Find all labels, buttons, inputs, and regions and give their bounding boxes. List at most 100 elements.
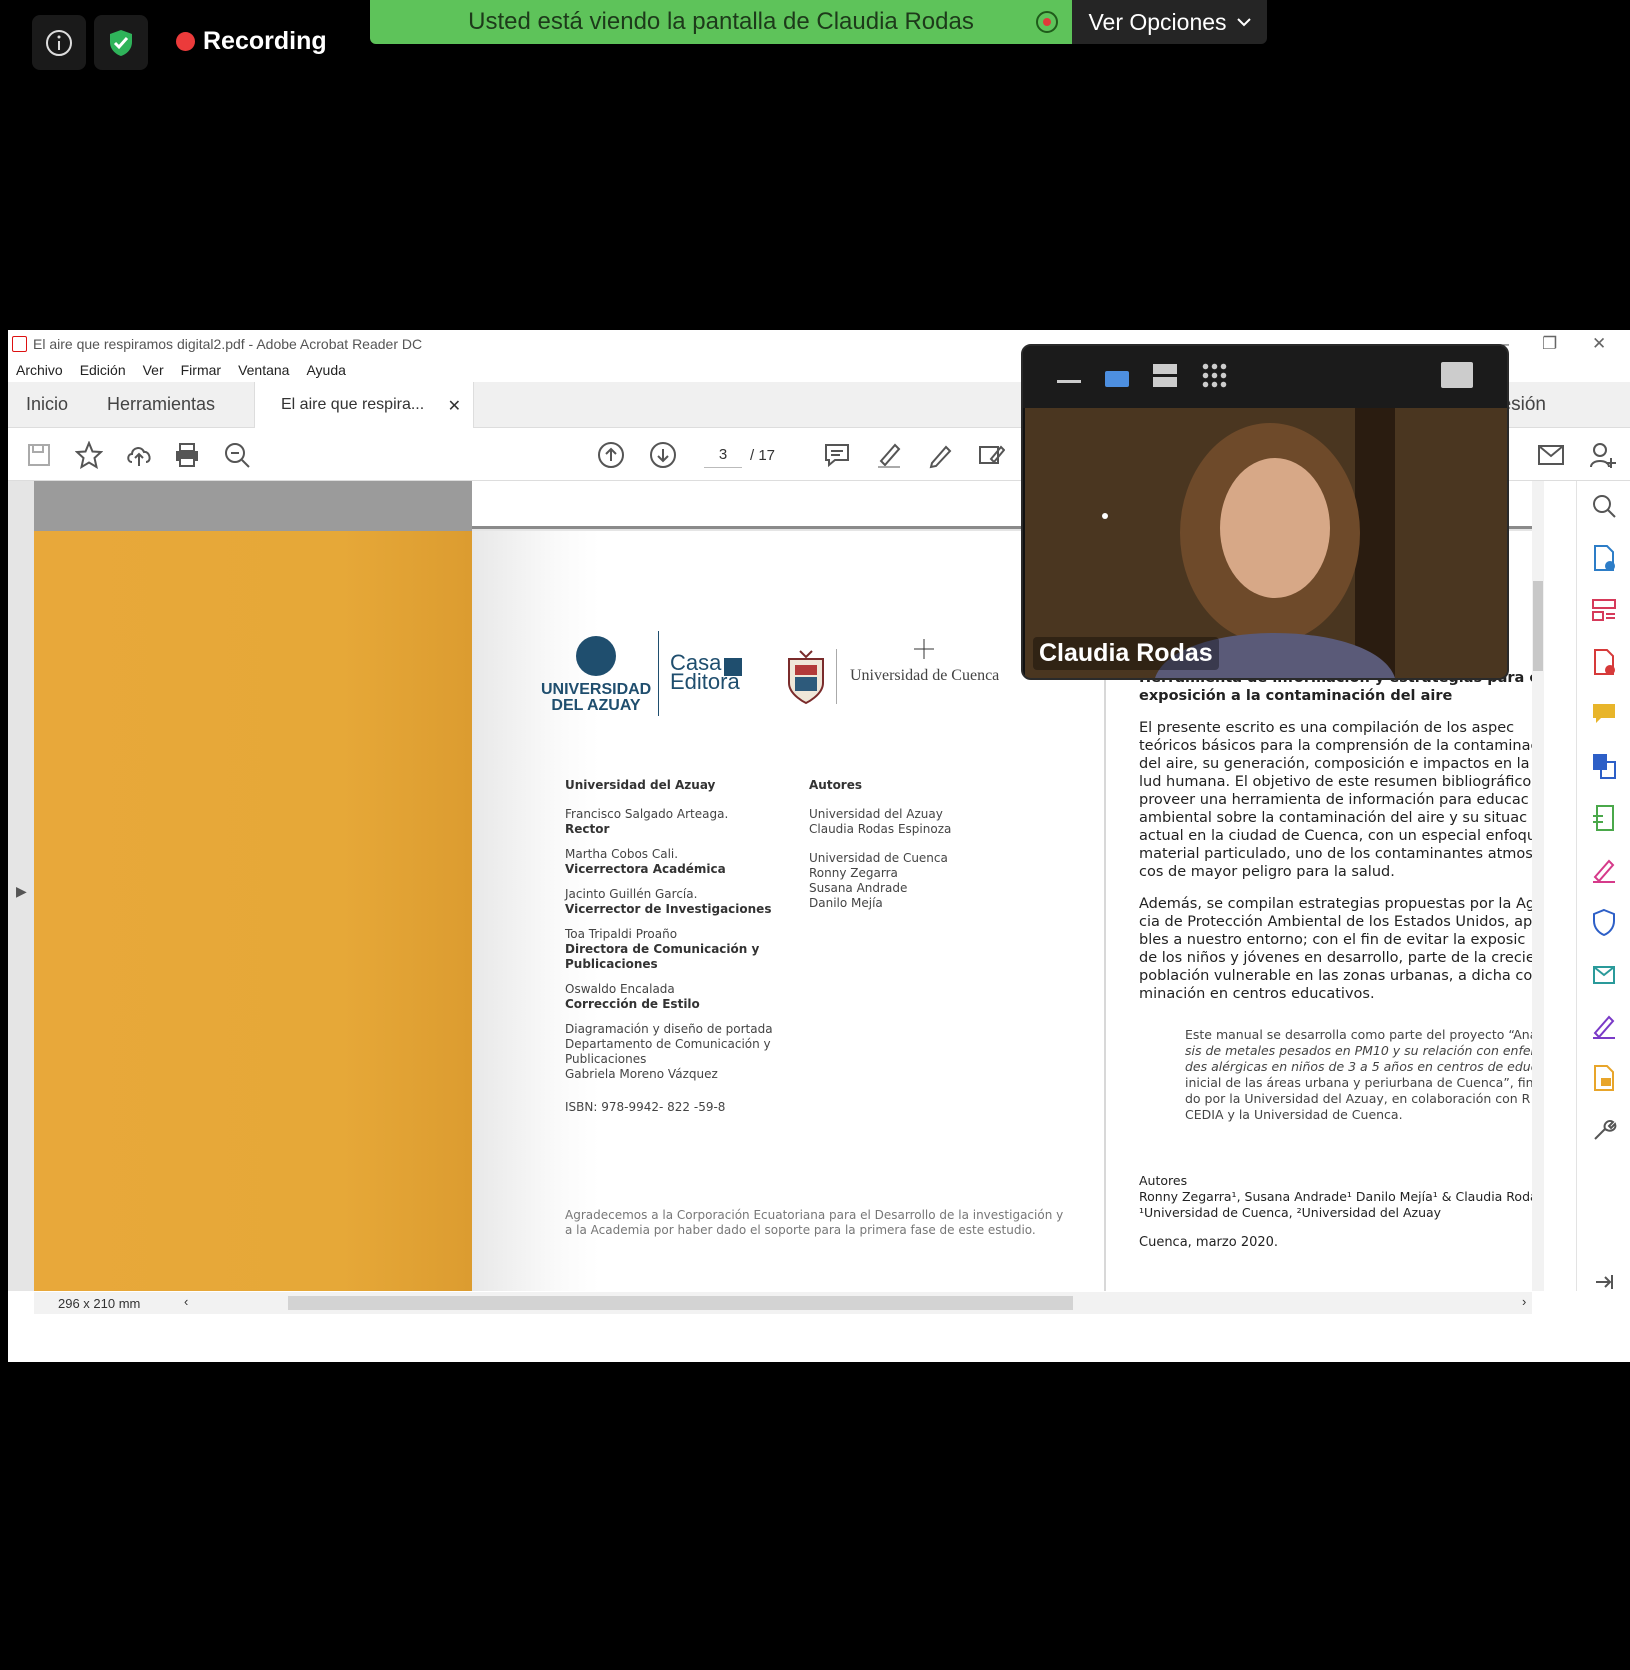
logo-divider [658,631,659,716]
col2-heading: Autores [809,778,863,792]
gallery-grid-icon[interactable] [1201,362,1228,389]
cloud-upload-icon[interactable] [124,440,154,470]
paragraph-1: El presente escrito es una compilación d… [1139,720,1532,880]
close-window-icon[interactable]: ✕ [1592,334,1606,354]
create-pdf-icon[interactable] [1589,543,1619,573]
paragraph-2: Además, se compilan estrategias propuest… [1139,896,1532,1002]
highlight-pen-icon[interactable] [874,440,904,470]
send-review-icon[interactable] [1589,959,1619,989]
menu-edicion[interactable]: Edición [80,362,126,378]
zoom-search-icon[interactable] [1589,491,1619,521]
casa-editora-logo: Casa Editora [670,652,742,693]
add-user-icon[interactable] [1588,440,1618,470]
export-pdf-icon[interactable] [1589,647,1619,677]
menu-ayuda[interactable]: Ayuda [306,362,345,378]
active-speaker-view-icon[interactable] [1105,371,1129,387]
authors-block: Autores Ronny Zegarra¹, Susana Andrade¹ D… [1139,1173,1532,1220]
video-tile-controls [1023,346,1507,408]
fill-sign-icon[interactable] [976,440,1006,470]
left-panel-toggle-icon[interactable]: ▶ [16,883,27,900]
close-tab-icon[interactable]: ✕ [448,396,461,416]
recording-indicator[interactable]: Recording [176,24,327,58]
isbn: ISBN: 978-9942- 822 -59-8 [565,1100,726,1114]
security-button[interactable] [94,15,148,70]
page-number-input[interactable]: 3 [704,442,742,468]
share-file-icon[interactable] [1589,1063,1619,1093]
previous-page-edge [34,481,472,531]
menu-firmar[interactable]: Firmar [181,362,221,378]
protect-shield-icon[interactable] [1589,907,1619,937]
credit-5: Oswaldo Encalada Corrección de Estilo [565,982,700,1011]
info-button[interactable] [32,15,86,70]
info-icon [46,29,72,56]
credit-2: Martha Cobos Cali. Vicerrectora Académica [565,847,726,876]
credit-1: Francisco Salgado Arteaga. Rector [565,807,729,836]
orange-cover-panel [34,531,472,1291]
credit-3: Jacinto Guillén García. Vicerrector de In… [565,887,772,916]
minimize-video-icon[interactable] [1057,380,1081,383]
tab-document[interactable]: El aire que respira... ✕ [254,382,474,428]
zoom-out-icon[interactable] [222,440,252,470]
menu-archivo[interactable]: Archivo [16,362,63,378]
email-icon[interactable] [1536,440,1566,470]
print-icon[interactable] [172,440,202,470]
menu-ver[interactable]: Ver [143,362,164,378]
logo-ua-line2: DEL AZUAY [551,697,641,714]
credit-4: Toa Tripaldi Proaño Directora de Comunica… [565,927,760,971]
page-up-icon[interactable] [596,440,626,470]
combine-files-icon[interactable] [1589,751,1619,781]
acknowledgement: Agradecemos a la Corporación Ecuatoriana… [565,1208,1064,1237]
project-note: Este manual se desarrolla como parte del… [1185,1027,1532,1122]
page-total: / 17 [750,447,776,464]
page-down-icon[interactable] [648,440,678,470]
authors-cuenca: Universidad de Cuenca Ronny Zegarra Susana… [809,851,948,910]
strip-view-icon[interactable] [1153,364,1177,388]
chevron-down-icon [1236,18,1251,27]
comment-icon[interactable] [822,440,852,470]
recording-label: Recording [203,26,327,55]
col1-heading: Universidad del Azuay [565,778,716,792]
universidad-azuay-logo: UNIVERSIDAD DEL AZUAY [541,636,651,714]
comment-tool-icon[interactable] [1589,699,1619,729]
logo-uc-divider [836,649,837,704]
request-signature-icon[interactable] [1589,1011,1619,1041]
vertical-scrollbar[interactable] [1532,481,1544,1291]
scroll-left-icon[interactable]: ‹ [184,1294,188,1309]
window-title: El aire que respiramos digital2.pdf - Ad… [33,336,423,352]
horizontal-scroll-thumb[interactable] [288,1296,1073,1310]
share-banner-text: Usted está viendo la pantalla de Claudia… [468,8,974,35]
menu-ventana[interactable]: Ventana [238,362,289,378]
screen-share-banner: Usted está viendo la pantalla de Claudia… [370,0,1072,44]
record-dot-icon [176,31,195,51]
organize-pages-icon[interactable] [1589,595,1619,625]
collapse-panel-icon[interactable] [1589,1267,1619,1297]
scroll-right-icon[interactable]: › [1522,1294,1526,1309]
page-dimensions: 296 x 210 mm [58,1296,141,1311]
status-bar: 296 x 210 mm ‹ › [34,1292,1532,1314]
tab-home[interactable]: Inicio [26,394,68,415]
shield-check-icon [110,29,132,56]
tools-sidebar [1576,481,1630,1291]
view-options-button[interactable]: Ver Opciones [1072,0,1267,44]
more-tools-icon[interactable] [1589,1115,1619,1145]
right-title-2: exposición a la contaminación del aire [1139,688,1453,704]
view-options-label: Ver Opciones [1088,8,1227,35]
fill-sign-tool-icon[interactable] [1589,855,1619,885]
bookmark-star-icon[interactable] [74,440,104,470]
compress-icon[interactable] [1589,803,1619,833]
credit-design: Diagramación y diseño de portada Departam… [565,1022,773,1081]
draw-icon[interactable] [926,440,956,470]
authors-azuay: Universidad del Azuay Claudia Rodas Espin… [809,807,952,836]
save-icon[interactable] [24,440,54,470]
logo-ua-line1: UNIVERSIDAD [541,681,652,698]
vertical-scroll-thumb[interactable] [1533,581,1543,671]
exit-fullscreen-icon[interactable] [1441,362,1473,388]
participant-video-tile[interactable]: Claudia Rodas [1021,344,1509,680]
crosshair-cursor-icon [914,639,934,659]
restore-icon[interactable]: ❐ [1542,334,1557,354]
publication-date: Cuenca, marzo 2020. [1139,1235,1279,1250]
universidad-cuenca-logo-text: Universidad de Cuenca [850,667,1000,684]
participant-name-label: Claudia Rodas [1033,637,1219,670]
tab-tools[interactable]: Herramientas [107,394,215,415]
sharing-dot-icon [1036,11,1058,33]
